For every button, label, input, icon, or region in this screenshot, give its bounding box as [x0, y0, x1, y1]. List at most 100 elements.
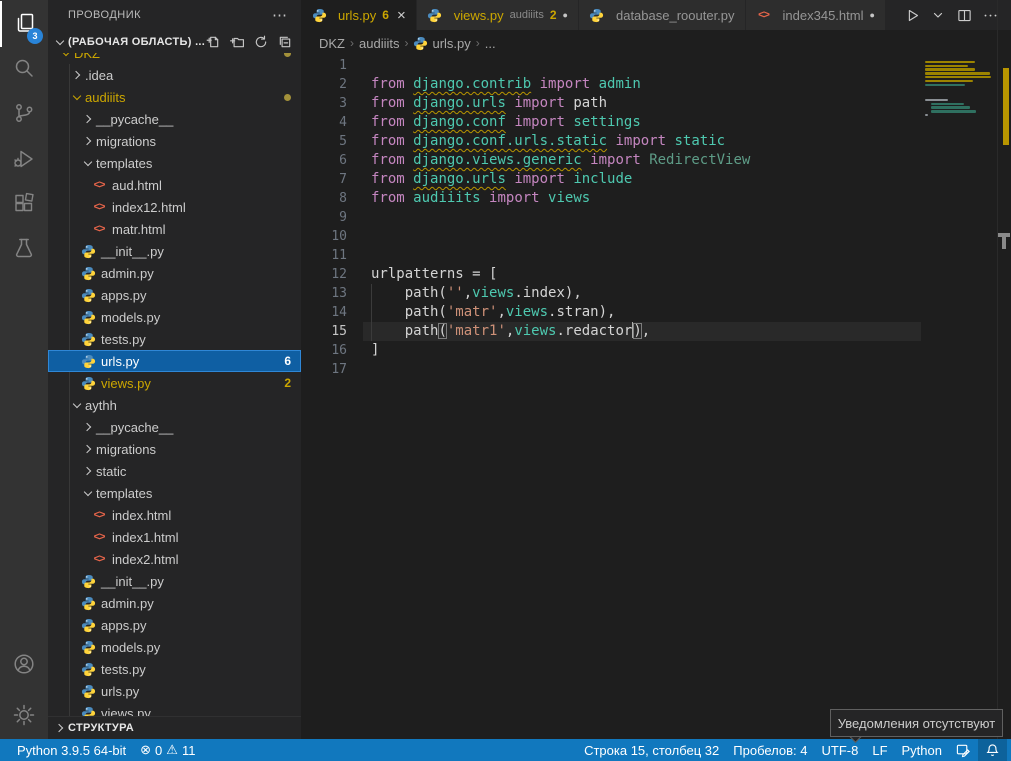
tree-item-apps-py[interactable]: apps.py [48, 614, 301, 636]
tree-item-views-py[interactable]: views.py [48, 702, 301, 716]
tree-item-label: __init__.py [101, 244, 164, 259]
overview-ruler[interactable] [997, 0, 1011, 739]
cursor-position-item[interactable]: Строка 15, столбец 32 [577, 739, 726, 761]
activity-settings[interactable] [0, 693, 48, 739]
status-bar-left: Python 3.9.5 64-bit ⊗ 0 ⚠ 11 [0, 739, 202, 761]
activity-account[interactable] [0, 642, 48, 688]
code-text: from django.views.generic import Redirec… [347, 151, 750, 170]
modified-dot [284, 53, 291, 57]
code-line-13[interactable]: 13 path('',views.index), [301, 284, 921, 303]
code-line-14[interactable]: 14 path('matr',views.stran), [301, 303, 921, 322]
tree-item-migrations[interactable]: migrations [48, 438, 301, 460]
tree-item-urls-py[interactable]: urls.py [48, 680, 301, 702]
python-interpreter-item[interactable]: Python 3.9.5 64-bit [10, 739, 133, 761]
tree-item-index-html[interactable]: <>index.html [48, 504, 301, 526]
code-line-4[interactable]: 4from django.conf import settings [301, 113, 921, 132]
new-folder-icon[interactable] [229, 34, 245, 50]
code-line-10[interactable]: 10 [301, 227, 921, 246]
dirty-indicator[interactable]: ● [563, 10, 568, 20]
tree-item-matr-html[interactable]: <>matr.html [48, 218, 301, 240]
bell-icon[interactable] [978, 739, 1007, 761]
breadcrumb-item-audiiits[interactable]: audiiits [359, 36, 399, 51]
activity-extensions[interactable] [0, 182, 48, 228]
code-line-16[interactable]: 16] [301, 341, 921, 360]
eol-item[interactable]: LF [865, 739, 894, 761]
new-file-icon[interactable] [205, 34, 221, 50]
tree-item-aud-html[interactable]: <>aud.html [48, 174, 301, 196]
tree-item-apps-py[interactable]: apps.py [48, 284, 301, 306]
activity-explorer[interactable]: 3 [0, 1, 48, 47]
notification-toast[interactable]: Уведомления отсутствуют [830, 709, 1003, 737]
dirty-indicator[interactable]: ● [869, 10, 874, 20]
tree-item-views-py[interactable]: views.py2 [48, 372, 301, 394]
code-line-11[interactable]: 11 [301, 246, 921, 265]
code-line-6[interactable]: 6from django.views.generic import Redire… [301, 151, 921, 170]
tree-item-templates[interactable]: templates [48, 482, 301, 504]
tree-item-templates[interactable]: templates [48, 152, 301, 174]
code-line-15[interactable]: 15 path('matr1',views.redactor), [301, 322, 921, 341]
tab-index345-html[interactable]: <>index345.html● [746, 0, 886, 30]
sidebar-more-icon[interactable]: ⋯ [272, 6, 287, 24]
activity-search[interactable] [0, 46, 48, 92]
code-editor[interactable]: 12from django.contrib import admin3from … [301, 56, 921, 739]
feedback-icon[interactable] [949, 739, 978, 761]
tree-item-init-py[interactable]: __init__.py [48, 240, 301, 262]
code-line-2[interactable]: 2from django.contrib import admin [301, 75, 921, 94]
tree-item-tests-py[interactable]: tests.py [48, 328, 301, 350]
tab-views-py[interactable]: views.pyaudiiits2● [417, 0, 579, 30]
tree-item-migrations[interactable]: migrations [48, 130, 301, 152]
code-line-5[interactable]: 5from django.conf.urls.static import sta… [301, 132, 921, 151]
tree-item-audiiits[interactable]: audiiits [48, 86, 301, 108]
tree-item-urls-py[interactable]: urls.py6 [48, 350, 301, 372]
tree-item-pycache[interactable]: __pycache__ [48, 108, 301, 130]
tree-item-index2-html[interactable]: <>index2.html [48, 548, 301, 570]
tree-item-static[interactable]: static [48, 460, 301, 482]
tree-item-pycache[interactable]: __pycache__ [48, 416, 301, 438]
chevron-down-icon [58, 53, 74, 61]
beaker-icon [12, 236, 36, 263]
line-number: 11 [301, 246, 347, 265]
activity-testing[interactable] [0, 226, 48, 272]
activity-source-control[interactable] [0, 91, 48, 137]
split-editor-button[interactable] [953, 4, 975, 26]
collapse-all-icon[interactable] [277, 34, 293, 50]
code-line-7[interactable]: 7from django.urls import include [301, 170, 921, 189]
structure-section-header[interactable]: СТРУКТУРА [48, 716, 301, 739]
code-line-17[interactable]: 17 [301, 360, 921, 379]
indentation-item[interactable]: Пробелов: 4 [726, 739, 814, 761]
tree-item-dkz[interactable]: DKZ [48, 53, 301, 64]
tree-item-aythh[interactable]: aythh [48, 394, 301, 416]
workspace-section-header[interactable]: (РАБОЧАЯ ОБЛАСТЬ) ... [48, 30, 301, 53]
tree-item-models-py[interactable]: models.py [48, 636, 301, 658]
tree-item-admin-py[interactable]: admin.py [48, 592, 301, 614]
code-text [347, 56, 371, 75]
tree-item-init-py[interactable]: __init__.py [48, 570, 301, 592]
problems-item[interactable]: ⊗ 0 ⚠ 11 [133, 739, 202, 761]
tree-item-index12-html[interactable]: <>index12.html [48, 196, 301, 218]
code-line-12[interactable]: 12urlpatterns = [ [301, 265, 921, 284]
py-icon [80, 617, 96, 633]
run-dropdown-button[interactable] [927, 4, 949, 26]
activity-run-debug[interactable] [0, 137, 48, 183]
tree-item-idea[interactable]: .idea [48, 64, 301, 86]
tree-item-admin-py[interactable]: admin.py [48, 262, 301, 284]
minimap[interactable] [925, 57, 993, 717]
chevron-down-icon [69, 397, 85, 413]
breadcrumb-item-symbols[interactable]: ... [485, 36, 496, 51]
breadcrumb-item-dkz[interactable]: DKZ [319, 36, 345, 51]
code-line-1[interactable]: 1 [301, 56, 921, 75]
encoding-item[interactable]: UTF-8 [815, 739, 866, 761]
close-icon[interactable]: × [397, 7, 406, 24]
breadcrumb-item-urls-py[interactable]: urls.py [432, 36, 470, 51]
language-mode-item[interactable]: Python [895, 739, 949, 761]
refresh-icon[interactable] [253, 34, 269, 50]
code-line-3[interactable]: 3from django.urls import path [301, 94, 921, 113]
code-line-8[interactable]: 8from audiiits import views [301, 189, 921, 208]
tree-item-models-py[interactable]: models.py [48, 306, 301, 328]
tree-item-index1-html[interactable]: <>index1.html [48, 526, 301, 548]
tab-database-roouter-py[interactable]: database_roouter.py [579, 0, 746, 30]
code-line-9[interactable]: 9 [301, 208, 921, 227]
tab-urls-py[interactable]: urls.py6× [301, 0, 417, 30]
run-button[interactable] [901, 4, 923, 26]
tree-item-tests-py[interactable]: tests.py [48, 658, 301, 680]
